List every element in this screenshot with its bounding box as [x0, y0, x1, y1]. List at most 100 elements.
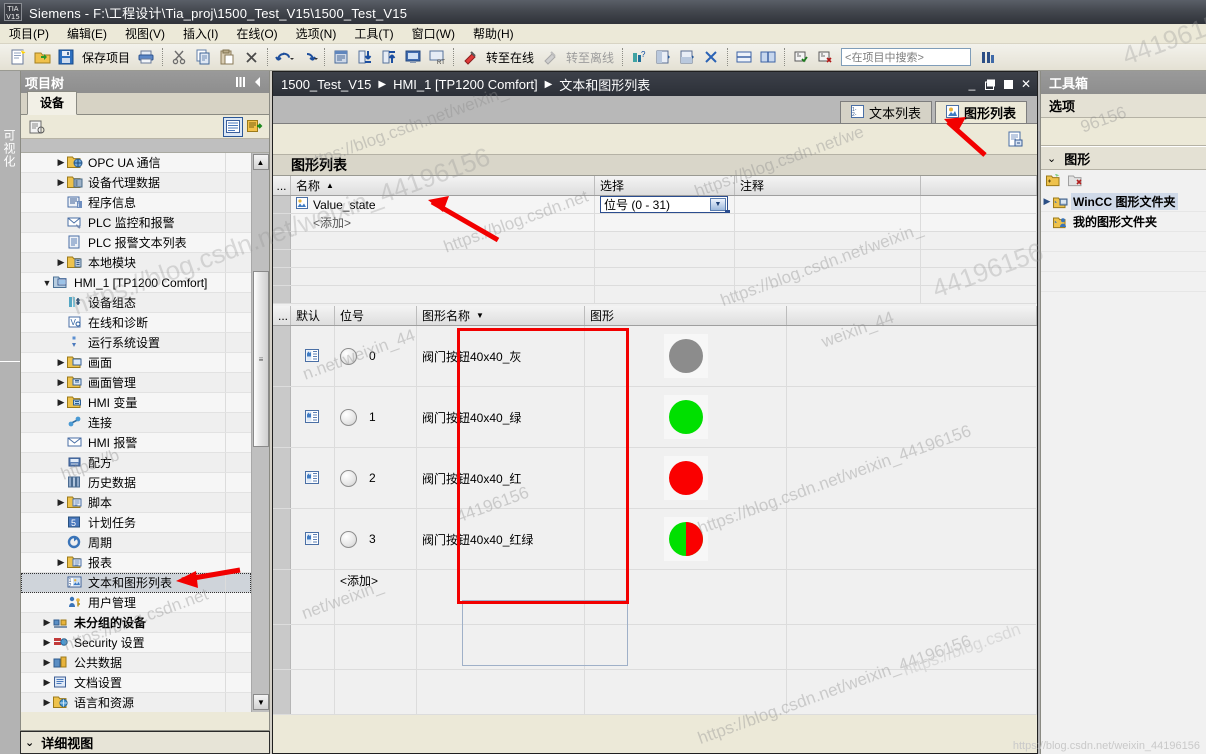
cell-comment[interactable]: [735, 196, 921, 213]
cell-graphic-name[interactable]: 阀门按钮40x40_红: [417, 448, 585, 508]
toolbox-item-2[interactable]: 我的图形文件夹: [1041, 212, 1206, 232]
cell-default-empty[interactable]: [291, 570, 335, 624]
entries-add-row[interactable]: <添加>: [273, 570, 1037, 625]
menu-item-edit[interactable]: 编辑(E): [58, 23, 116, 44]
chevron-right-icon[interactable]: ▶: [41, 697, 53, 708]
menu-item-options[interactable]: 选项(N): [287, 23, 346, 44]
tree-item-20[interactable]: 周期: [21, 533, 251, 553]
col-header-default[interactable]: 默认: [291, 306, 335, 325]
go-offline-icon[interactable]: [539, 46, 561, 68]
col-header-name[interactable]: 名称 ▲: [291, 176, 595, 195]
cell-graphic[interactable]: [585, 448, 787, 508]
menu-item-view[interactable]: 视图(V): [116, 23, 174, 44]
chevron-down-icon[interactable]: ▼: [710, 198, 726, 211]
menu-item-tools[interactable]: 工具(T): [345, 23, 402, 44]
row-marker[interactable]: [273, 570, 291, 624]
cell-graphic[interactable]: [585, 387, 787, 447]
chevron-right-icon[interactable]: ▶: [55, 257, 67, 268]
tree-item-9[interactable]: V 在线和诊断: [21, 313, 251, 333]
tree-item-17[interactable]: 历史数据: [21, 473, 251, 493]
tree-item-18[interactable]: ▶ 脚本: [21, 493, 251, 513]
tree-item-10[interactable]: 运行系统设置: [21, 333, 251, 353]
row-marker[interactable]: [273, 448, 291, 508]
selection-combobox[interactable]: 位号 (0 - 31) ▼: [600, 196, 730, 213]
breadcrumb-device[interactable]: HMI_1 [TP1200 Comfort]: [393, 77, 538, 92]
visualization-vertical-label[interactable]: 可视化: [2, 129, 18, 168]
cell-default[interactable]: 0: [335, 326, 417, 386]
tree-item-12[interactable]: ▶ 画面管理: [21, 373, 251, 393]
entry-row[interactable]: 0 阀门按钮40x40_灰: [273, 326, 1037, 387]
detail-view-bar[interactable]: ⌄ 详细视图: [20, 731, 270, 754]
ref-icon-2[interactable]: [814, 46, 836, 68]
menu-item-online[interactable]: 在线(O): [227, 23, 286, 44]
col-header-rowmarker[interactable]: ...: [273, 176, 291, 195]
tab-graphic-list[interactable]: 图形列表: [934, 101, 1027, 123]
chevron-right-icon[interactable]: ▶: [41, 657, 53, 668]
cell-name[interactable]: Value_state: [291, 196, 595, 213]
tree-item-22[interactable]: 1 2 文本和图形列表: [21, 573, 251, 593]
menu-item-window[interactable]: 窗口(W): [403, 23, 464, 44]
project-tree-scrollbar[interactable]: ▲ ≡ ▼: [251, 153, 269, 712]
search-input[interactable]: <在项目中搜索>: [841, 48, 972, 66]
chevron-right-icon[interactable]: ▶: [55, 397, 67, 408]
compile-icon[interactable]: [330, 46, 352, 68]
col-header-comment[interactable]: 注释: [735, 176, 921, 195]
chevron-down-icon[interactable]: ▼: [41, 278, 53, 288]
entry-row[interactable]: 1 阀门按钮40x40_绿: [273, 387, 1037, 448]
tree-item-16[interactable]: 配方: [21, 453, 251, 473]
chevron-right-icon[interactable]: ▶: [55, 177, 67, 188]
cell-default[interactable]: 3: [335, 509, 417, 569]
breadcrumb-project[interactable]: 1500_Test_V15: [281, 77, 371, 92]
columns-icon[interactable]: [234, 75, 248, 89]
open-project-icon[interactable]: [31, 46, 53, 68]
cell-comment-empty[interactable]: [735, 214, 921, 231]
row-marker[interactable]: [273, 509, 291, 569]
tree-list-view-icon[interactable]: [223, 116, 243, 137]
scroll-up-arrow-icon[interactable]: ▲: [252, 154, 269, 170]
cell-graphic-name[interactable]: 阀门按钮40x40_红绿: [417, 509, 585, 569]
default-radio[interactable]: [340, 469, 357, 487]
collapse-panel-icon[interactable]: [251, 75, 265, 89]
tree-item-3[interactable]: i 程序信息: [21, 193, 251, 213]
delete-folder-icon[interactable]: [1068, 173, 1084, 190]
tree-item-26[interactable]: ▶ 公共数据: [21, 653, 251, 673]
row-marker[interactable]: [273, 214, 291, 231]
default-radio[interactable]: [340, 408, 357, 426]
tree-item-25[interactable]: ▶ Security 设置: [21, 633, 251, 653]
tree-item-15[interactable]: HMI 报警: [21, 433, 251, 453]
chevron-right-icon[interactable]: ▶: [55, 497, 67, 508]
cross-reference-icon[interactable]: [700, 46, 722, 68]
print-icon[interactable]: [135, 46, 157, 68]
tree-item-1[interactable]: ▶ OPC UA 通信: [21, 153, 251, 173]
cell-selection[interactable]: 位号 (0 - 31) ▼: [595, 196, 735, 213]
search-in-project-icon[interactable]: [976, 46, 998, 68]
start-simulation-icon[interactable]: [402, 46, 424, 68]
chevron-right-icon[interactable]: ▶: [41, 637, 53, 648]
save-project-label[interactable]: 保存项目: [78, 49, 134, 66]
scroll-down-arrow-icon[interactable]: ▼: [253, 694, 269, 710]
add-graphic-list-cell[interactable]: <添加>: [291, 214, 595, 231]
new-project-icon[interactable]: [7, 46, 29, 68]
chevron-right-icon[interactable]: ▶: [41, 677, 53, 688]
menu-item-project[interactable]: 项目(P): [0, 23, 58, 44]
tree-item-13[interactable]: ▶ HMI 变量: [21, 393, 251, 413]
minimize-icon[interactable]: _: [963, 75, 981, 93]
entry-row[interactable]: 3 阀门按钮40x40_红绿: [273, 509, 1037, 570]
copy-icon[interactable]: [192, 46, 214, 68]
download-to-device-icon[interactable]: [354, 46, 376, 68]
paste-icon[interactable]: [216, 46, 238, 68]
layout-vertical-icon[interactable]: [757, 46, 779, 68]
upload-from-device-icon[interactable]: [378, 46, 400, 68]
start-runtime-icon[interactable]: RT: [426, 46, 448, 68]
tree-item-21[interactable]: ▶ 报表: [21, 553, 251, 573]
cell-graphic[interactable]: [585, 326, 787, 386]
tree-item-27[interactable]: ▶ 文档设置: [21, 673, 251, 693]
tree-item-6[interactable]: ▶ 本地模块: [21, 253, 251, 273]
restore-icon[interactable]: [981, 75, 999, 93]
chevron-right-icon[interactable]: ▶: [55, 157, 67, 168]
tree-item-4[interactable]: PLC 监控和报警: [21, 213, 251, 233]
cell-graphic-name[interactable]: 阀门按钮40x40_绿: [417, 387, 585, 447]
cell-default[interactable]: 2: [335, 448, 417, 508]
col-header-rowmarker[interactable]: ...: [273, 306, 291, 325]
close-icon[interactable]: ✕: [1017, 75, 1035, 93]
